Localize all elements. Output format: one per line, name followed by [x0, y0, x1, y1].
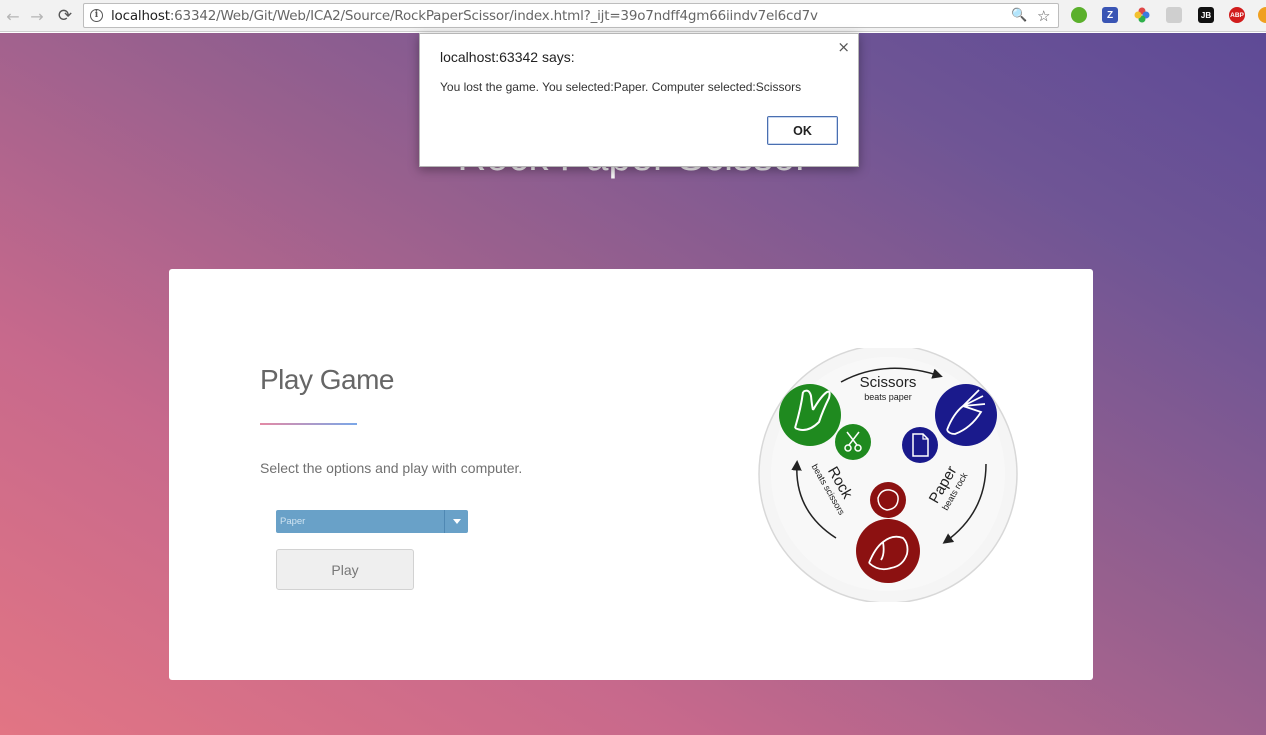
- ok-button[interactable]: OK: [767, 116, 838, 145]
- close-icon[interactable]: ×: [837, 38, 850, 56]
- chevron-down-icon[interactable]: [444, 510, 468, 533]
- scissors-icon: [835, 424, 871, 460]
- scissors-label: Scissors: [860, 374, 917, 391]
- green-globe-extension-icon[interactable]: [1071, 7, 1087, 23]
- pinwheel-extension-icon[interactable]: [1134, 7, 1150, 23]
- info-icon[interactable]: i: [90, 9, 103, 22]
- card-description: Select the options and play with compute…: [260, 460, 523, 476]
- back-arrow-icon[interactable]: ←: [2, 5, 24, 27]
- url-text[interactable]: localhost:63342/Web/Git/Web/ICA2/Source/…: [111, 8, 818, 24]
- dialog-title: localhost:63342 says:: [440, 49, 575, 65]
- choice-select-value: Paper: [280, 516, 306, 527]
- bookmark-star-icon[interactable]: ☆: [1037, 7, 1050, 25]
- paper-sheet-icon: [902, 427, 938, 463]
- dialog-message: You lost the game. You selected:Paper. C…: [440, 80, 802, 94]
- card-heading: Play Game: [260, 364, 395, 395]
- choice-select[interactable]: Paper: [276, 510, 468, 533]
- heading-divider: [260, 423, 357, 425]
- game-card: Play Game Select the options and play wi…: [169, 269, 1093, 680]
- adblock-plus-extension-icon[interactable]: ABP: [1229, 7, 1245, 23]
- rock-stone-icon: [870, 482, 906, 518]
- address-bar[interactable]: i localhost:63342/Web/Git/Web/ICA2/Sourc…: [83, 3, 1059, 28]
- zotero-extension-icon[interactable]: Z: [1102, 7, 1118, 23]
- reload-icon[interactable]: ⟳: [54, 5, 76, 27]
- jetbrains-extension-icon[interactable]: JB: [1198, 7, 1214, 23]
- paper-hand-icon: [935, 384, 997, 446]
- browser-toolbar: ← → ⟳ i localhost:63342/Web/Git/Web/ICA2…: [0, 0, 1266, 32]
- zoom-icon[interactable]: 🔍: [1011, 8, 1027, 23]
- play-button[interactable]: Play: [276, 549, 414, 590]
- forward-arrow-icon[interactable]: →: [26, 5, 48, 27]
- scissors-sublabel: beats paper: [864, 392, 912, 402]
- rock-paper-scissors-diagram: Scissors beats paper Rock beats scissors…: [758, 348, 1018, 602]
- puzzle-extension-icon[interactable]: [1166, 7, 1182, 23]
- rock-hand-icon: [856, 519, 920, 583]
- extension-icon[interactable]: [1258, 7, 1266, 23]
- alert-dialog: localhost:63342 says: × You lost the gam…: [419, 33, 859, 167]
